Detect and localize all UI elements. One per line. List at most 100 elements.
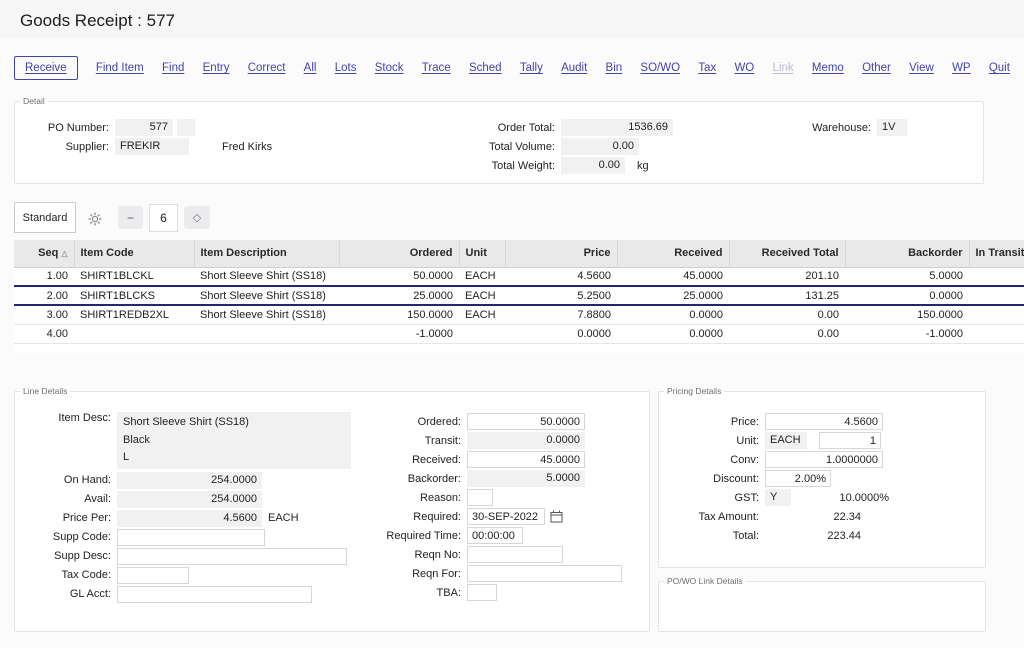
ordered-input[interactable]	[467, 413, 585, 430]
toolbar-button-correct[interactable]: Correct	[248, 60, 286, 76]
supplier-code-value: FREKIR	[115, 138, 189, 155]
cell-item-description[interactable]: Short Sleeve Shirt (SS18)	[194, 305, 339, 324]
toolbar-button-bin[interactable]: Bin	[606, 60, 623, 76]
table-row[interactable]: 2.00SHIRT1BLCKSShort Sleeve Shirt (SS18)…	[14, 286, 1024, 305]
cell-ordered[interactable]: -1.0000	[339, 324, 459, 343]
received-input[interactable]	[467, 451, 585, 468]
supp-desc-input[interactable]	[117, 548, 347, 565]
cell-received-total[interactable]: 0.00	[729, 305, 845, 324]
cell-ordered[interactable]: 150.0000	[339, 305, 459, 324]
cell-item-code[interactable]: SHIRT1BLCKS	[74, 286, 194, 305]
cell-seq[interactable]: 4.00	[14, 324, 74, 343]
cell-unit[interactable]: EACH	[459, 305, 505, 324]
column-header-price[interactable]: Price	[505, 240, 617, 267]
supp-code-input[interactable]	[117, 529, 265, 546]
unit-qty-input[interactable]	[819, 432, 881, 449]
cell-received-total[interactable]: 131.25	[729, 286, 845, 305]
cell-seq[interactable]: 3.00	[14, 305, 74, 324]
grid-count-value[interactable]: 6	[149, 204, 178, 232]
tba-input[interactable]	[467, 584, 497, 601]
table-row[interactable]: 4.00-1.00000.00000.00000.00-1.0000	[14, 324, 1024, 343]
column-header-unit[interactable]: Unit	[459, 240, 505, 267]
cell-price[interactable]: 7.8800	[505, 305, 617, 324]
column-header-item-code[interactable]: Item Code	[74, 240, 194, 267]
cell-ordered[interactable]: 50.0000	[339, 267, 459, 286]
cell-received[interactable]: 25.0000	[617, 286, 729, 305]
column-header-received[interactable]: Received	[617, 240, 729, 267]
toolbar-button-find-item[interactable]: Find Item	[96, 60, 144, 76]
toolbar-button-other[interactable]: Other	[862, 60, 891, 76]
toolbar-button-receive[interactable]: Receive	[14, 56, 78, 80]
cell-backorder[interactable]: -1.0000	[845, 324, 969, 343]
table-row[interactable]: 1.00SHIRT1BLCKLShort Sleeve Shirt (SS18)…	[14, 267, 1024, 286]
settings-gear-icon[interactable]	[86, 210, 103, 227]
cell-backorder[interactable]: 5.0000	[845, 267, 969, 286]
calendar-icon[interactable]	[550, 510, 563, 523]
cell-price[interactable]: 4.5600	[505, 267, 617, 286]
toolbar-button-memo[interactable]: Memo	[812, 60, 844, 76]
column-header-received-total[interactable]: Received Total	[729, 240, 845, 267]
cell-in-transit[interactable]	[969, 267, 1024, 286]
cell-in-transit[interactable]	[969, 324, 1024, 343]
cell-unit[interactable]	[459, 324, 505, 343]
cell-received-total[interactable]: 0.00	[729, 324, 845, 343]
column-header-in-transit[interactable]: In Transit	[969, 240, 1024, 267]
toolbar-button-find[interactable]: Find	[162, 60, 184, 76]
column-header-ordered[interactable]: Ordered	[339, 240, 459, 267]
toolbar-button-quit[interactable]: Quit	[989, 60, 1010, 76]
cell-item-description[interactable]	[194, 324, 339, 343]
reqn-for-input[interactable]	[467, 565, 622, 582]
price-input[interactable]	[765, 413, 883, 430]
toolbar-button-so-wo[interactable]: SO/WO	[640, 60, 680, 76]
cell-price[interactable]: 5.2500	[505, 286, 617, 305]
toolbar-button-stock[interactable]: Stock	[375, 60, 404, 76]
cell-backorder[interactable]: 150.0000	[845, 305, 969, 324]
cell-item-code[interactable]	[74, 324, 194, 343]
cell-in-transit[interactable]	[969, 305, 1024, 324]
cell-received[interactable]: 0.0000	[617, 324, 729, 343]
toolbar-button-tax[interactable]: Tax	[698, 60, 716, 76]
column-header-backorder[interactable]: Backorder	[845, 240, 969, 267]
gl-acct-input[interactable]	[117, 586, 312, 603]
toolbar-button-tally[interactable]: Tally	[520, 60, 543, 76]
column-header-item-description[interactable]: Item Description	[194, 240, 339, 267]
cell-in-transit[interactable]	[969, 286, 1024, 305]
required-date-input[interactable]	[467, 508, 545, 525]
conv-input[interactable]	[765, 451, 883, 468]
toolbar-button-audit[interactable]: Audit	[561, 60, 587, 76]
cell-seq[interactable]: 1.00	[14, 267, 74, 286]
table-row[interactable]: 3.00SHIRT1REDB2XLShort Sleeve Shirt (SS1…	[14, 305, 1024, 324]
cell-backorder[interactable]: 0.0000	[845, 286, 969, 305]
toolbar-button-wo[interactable]: WO	[734, 60, 754, 76]
toolbar-button-entry[interactable]: Entry	[203, 60, 230, 76]
toolbar-button-all[interactable]: All	[304, 60, 317, 76]
toolbar-button-lots[interactable]: Lots	[335, 60, 357, 76]
reason-input[interactable]	[467, 489, 493, 506]
column-header-seq[interactable]: Seq△	[14, 240, 74, 267]
cell-item-description[interactable]: Short Sleeve Shirt (SS18)	[194, 286, 339, 305]
tab-standard[interactable]: Standard	[14, 202, 76, 233]
discount-input[interactable]	[765, 470, 831, 487]
toolbar-button-trace[interactable]: Trace	[422, 60, 451, 76]
cell-price[interactable]: 0.0000	[505, 324, 617, 343]
toolbar-button-view[interactable]: View	[909, 60, 934, 76]
cell-seq[interactable]: 2.00	[14, 286, 74, 305]
cell-item-description[interactable]: Short Sleeve Shirt (SS18)	[194, 267, 339, 286]
toolbar-button-wp[interactable]: WP	[952, 60, 971, 76]
cell-item-code[interactable]: SHIRT1REDB2XL	[74, 305, 194, 324]
cell-received[interactable]: 0.0000	[617, 305, 729, 324]
required-label: Required:	[357, 511, 461, 523]
collapse-minus-icon[interactable]: −	[118, 206, 143, 229]
toolbar-button-sched[interactable]: Sched	[469, 60, 502, 76]
cell-item-code[interactable]: SHIRT1BLCKL	[74, 267, 194, 286]
reqn-no-input[interactable]	[467, 546, 563, 563]
cell-received[interactable]: 45.0000	[617, 267, 729, 286]
cell-unit[interactable]: EACH	[459, 286, 505, 305]
cell-received-total[interactable]: 201.10	[729, 267, 845, 286]
cell-unit[interactable]: EACH	[459, 267, 505, 286]
tax-code-input[interactable]	[117, 567, 189, 584]
cell-ordered[interactable]: 25.0000	[339, 286, 459, 305]
diamond-icon[interactable]: ◇	[184, 206, 210, 229]
required-time-input[interactable]	[467, 527, 523, 544]
conv-label: Conv:	[667, 454, 759, 466]
